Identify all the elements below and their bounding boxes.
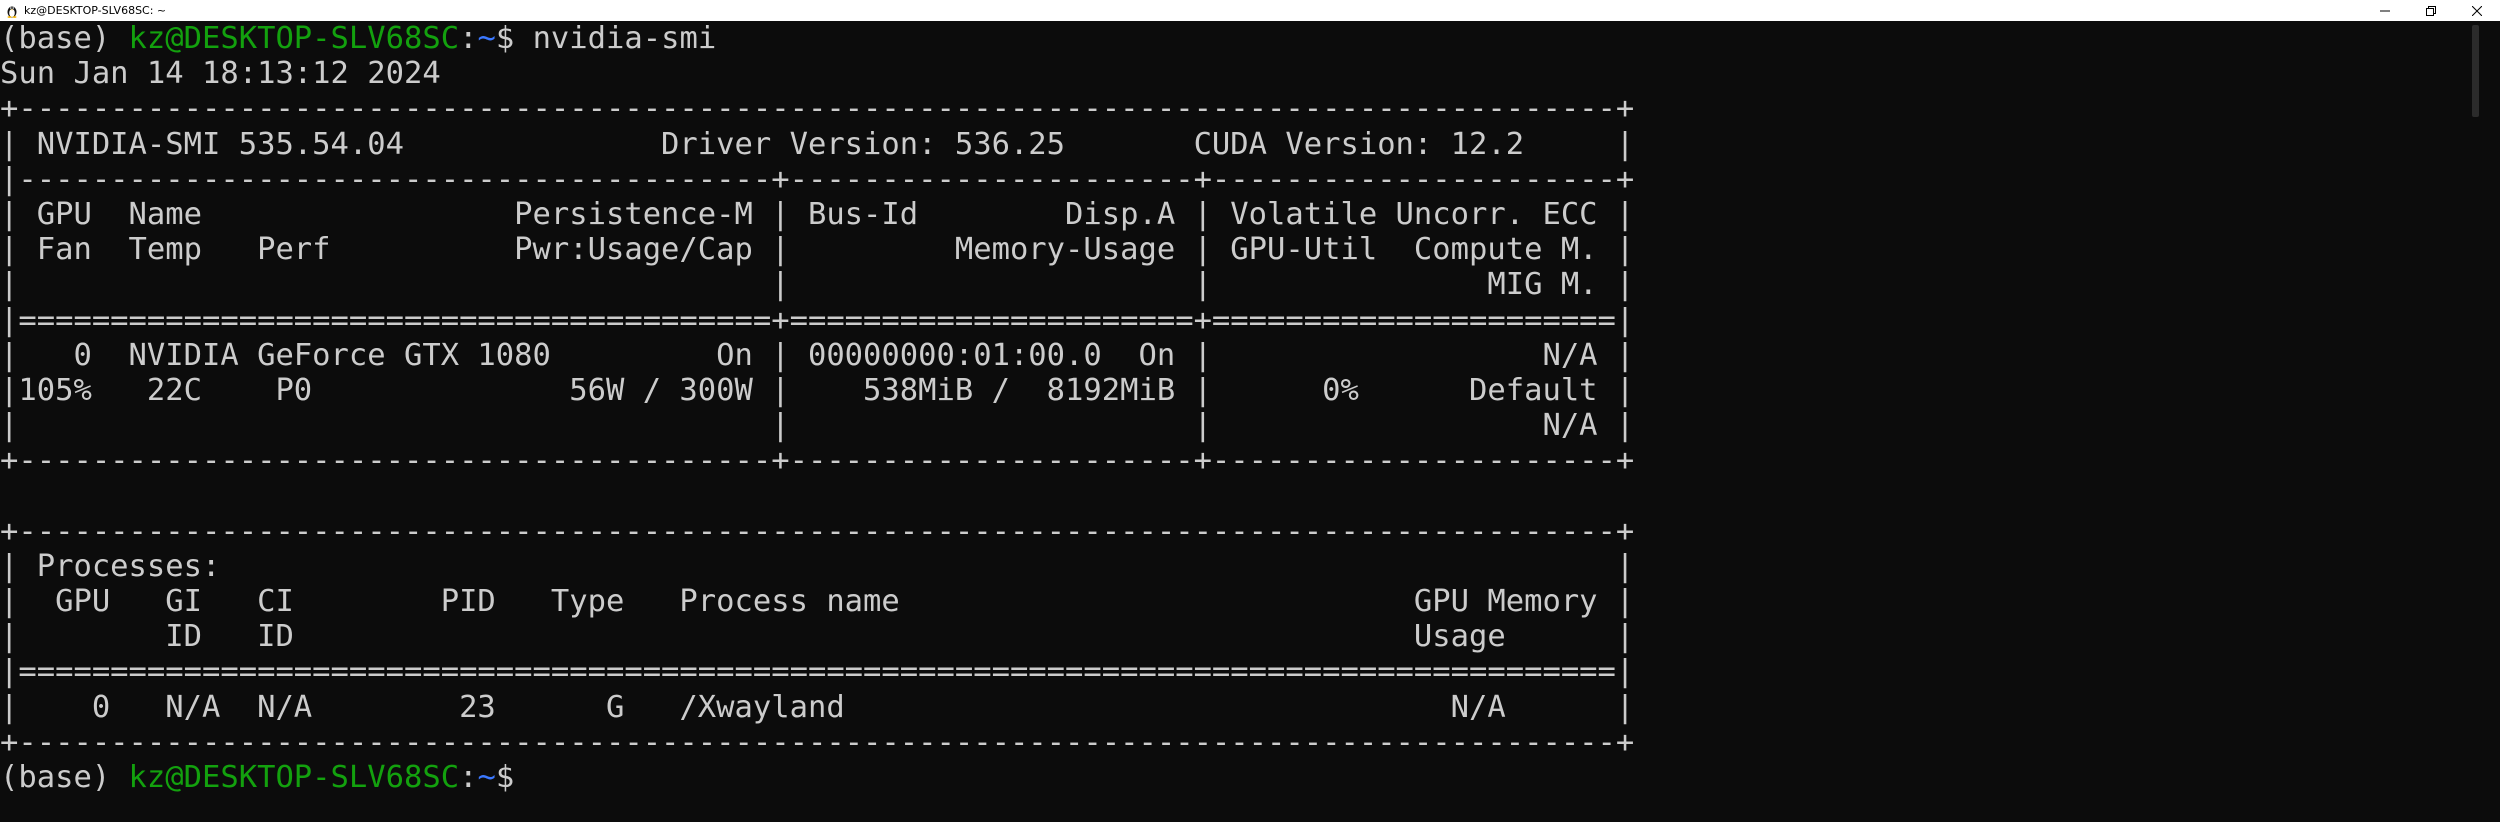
conda-env: (base) <box>0 759 129 795</box>
window-title: kz@DESKTOP-SLV68SC: ~ <box>24 4 167 17</box>
restore-icon <box>2426 5 2436 16</box>
output-line: +---------------------------------------… <box>0 443 1635 479</box>
close-icon <box>2472 5 2482 16</box>
terminal-output[interactable]: (base) kz@DESKTOP-SLV68SC:~$ nvidia-smi … <box>0 21 2452 822</box>
window-controls <box>2362 0 2500 21</box>
output-line: | GPU GI CI PID Type Process name GPU Me… <box>0 584 1635 619</box>
user-host: kz@DESKTOP-SLV68SC <box>128 21 460 56</box>
linux-penguin-icon <box>4 3 20 19</box>
output-line: +---------------------------------------… <box>0 513 1635 549</box>
window-titlebar[interactable]: kz@DESKTOP-SLV68SC: ~ <box>0 0 2500 21</box>
output-line: | GPU Name Persistence-M | Bus-Id Disp.A… <box>0 196 1635 232</box>
command-text: nvidia-smi <box>532 21 717 56</box>
output-line: | | | MIG M. | <box>0 267 1635 303</box>
output-line: +---------------------------------------… <box>0 91 1635 127</box>
scrollbar-thumb[interactable] <box>2472 25 2479 117</box>
output-line: |105% 22C P0 56W / 300W | 538MiB / 8192M… <box>0 372 1635 408</box>
output-line: | Fan Temp Perf Pwr:Usage/Cap | Memory-U… <box>0 232 1635 268</box>
output-line: | 0 NVIDIA GeForce GTX 1080 On | 0000000… <box>0 337 1635 373</box>
output-line: | NVIDIA-SMI 535.54.04 Driver Version: 5… <box>0 126 1635 162</box>
user-host: kz@DESKTOP-SLV68SC <box>128 759 460 795</box>
prompt-dollar: $ <box>495 21 533 56</box>
output-line: +---------------------------------------… <box>0 724 1635 760</box>
output-line: | ID ID Usage | <box>0 619 1635 655</box>
prompt-line: (base) kz@DESKTOP-SLV68SC:~$ <box>0 760 2452 795</box>
minimize-button[interactable] <box>2362 0 2408 21</box>
output-line: Sun Jan 14 18:13:12 2024 <box>0 56 441 92</box>
prompt-path: ~ <box>477 21 496 56</box>
minimize-icon <box>2380 10 2390 11</box>
vertical-scrollbar[interactable] <box>2452 21 2500 822</box>
output-line: |=======================================… <box>0 302 1635 338</box>
prompt-line: (base) kz@DESKTOP-SLV68SC:~$ nvidia-smi <box>0 21 2452 56</box>
output-line: | | | N/A | <box>0 408 1635 444</box>
conda-env: (base) <box>0 21 129 56</box>
output-line: | Processes: | <box>0 548 1635 584</box>
restore-button[interactable] <box>2408 0 2454 21</box>
output-line: |=======================================… <box>0 654 1635 690</box>
prompt-path: ~ <box>477 759 496 795</box>
prompt-dollar: $ <box>495 759 533 795</box>
output-line: |---------------------------------------… <box>0 161 1635 197</box>
close-button[interactable] <box>2454 0 2500 21</box>
output-line: | 0 N/A N/A 23 G /Xwayland N/A | <box>0 689 1635 725</box>
prompt-colon: : <box>459 21 478 56</box>
prompt-colon: : <box>459 759 478 795</box>
